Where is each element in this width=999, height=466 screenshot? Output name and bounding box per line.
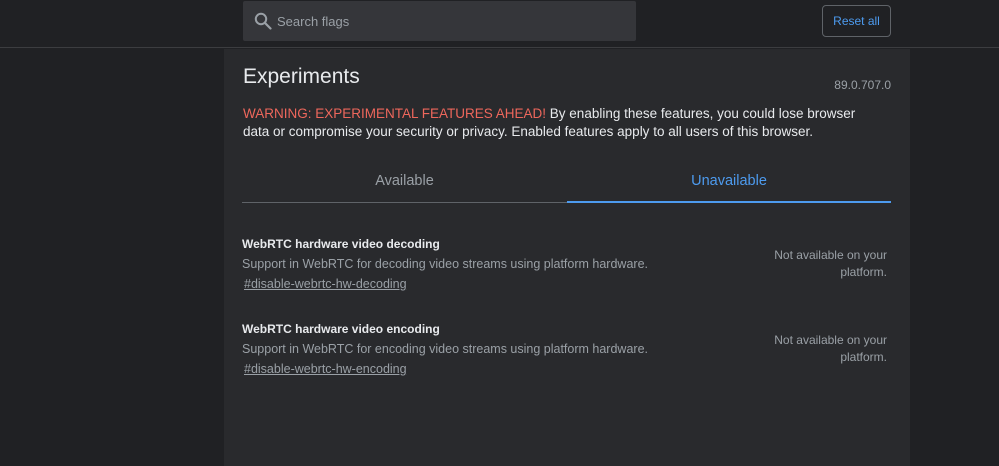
version-label: 89.0.707.0	[834, 78, 891, 92]
flag-status: Not available on your platform.	[774, 248, 887, 279]
page-title: Experiments	[243, 65, 360, 88]
search-icon	[254, 12, 272, 30]
flag-item: WebRTC hardware video encoding Support i…	[242, 322, 891, 392]
flag-name: WebRTC hardware video decoding	[242, 237, 440, 251]
flag-description: Support in WebRTC for encoding video str…	[242, 342, 648, 356]
warning-message: WARNING: EXPERIMENTAL FEATURES AHEAD! By…	[243, 105, 883, 141]
search-input[interactable]	[277, 1, 627, 41]
warning-heading: WARNING: EXPERIMENTAL FEATURES AHEAD!	[243, 106, 547, 121]
flag-link[interactable]: #disable-webrtc-hw-encoding	[244, 362, 407, 376]
header-bar: Reset all	[0, 0, 999, 48]
tab-unavailable[interactable]: Unavailable	[567, 161, 891, 203]
flag-name: WebRTC hardware video encoding	[242, 322, 440, 336]
tab-bar: Available Unavailable	[242, 161, 891, 203]
reset-all-button[interactable]: Reset all	[822, 5, 891, 37]
experiments-panel: Experiments 89.0.707.0 WARNING: EXPERIME…	[224, 49, 910, 466]
flag-item: WebRTC hardware video decoding Support i…	[242, 237, 891, 307]
flag-link[interactable]: #disable-webrtc-hw-decoding	[244, 277, 407, 291]
flag-status: Not available on your platform.	[774, 333, 887, 364]
tab-available[interactable]: Available	[242, 161, 567, 203]
flag-description: Support in WebRTC for decoding video str…	[242, 257, 648, 271]
search-box[interactable]	[243, 1, 636, 41]
